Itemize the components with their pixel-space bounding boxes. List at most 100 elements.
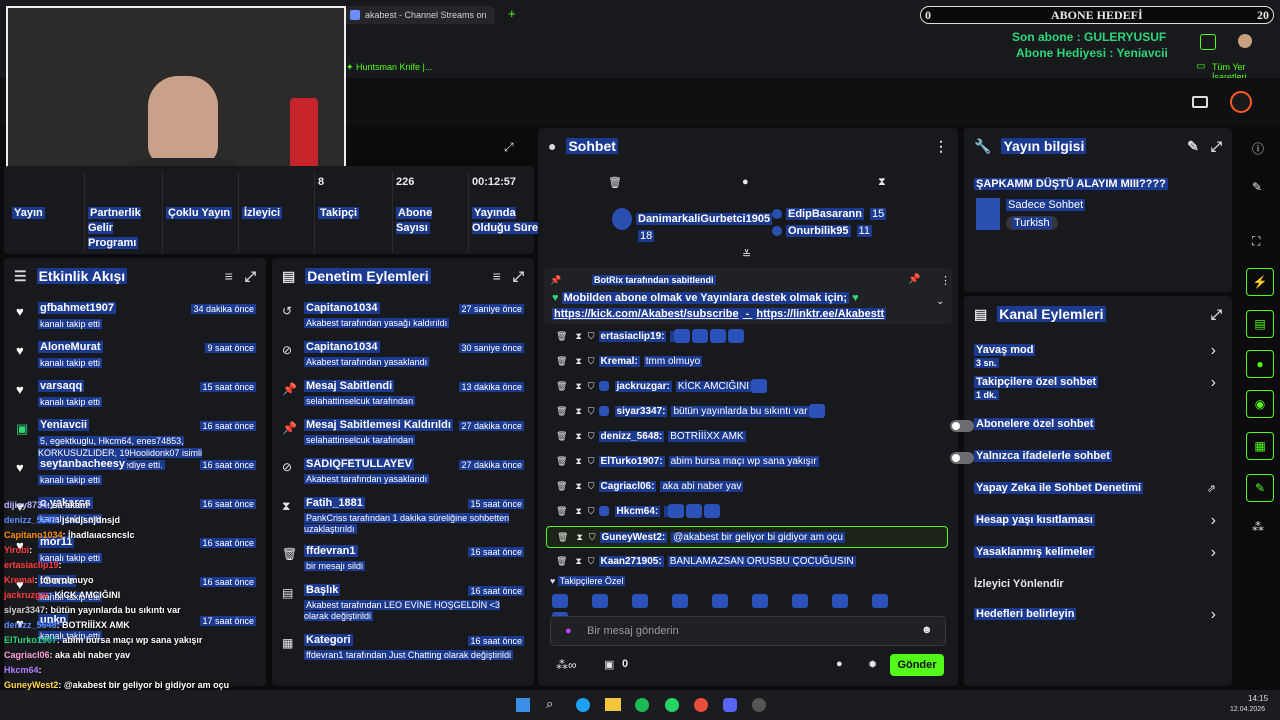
ban-icon[interactable]: ⛉ xyxy=(588,481,595,491)
chat-message[interactable]: 🗑 ⧗ ⛉ Kremal: tmm olmuyo xyxy=(546,351,948,371)
moderation-item[interactable]: ⊘ Capitano1034 Akabest tarafından yasaklan… xyxy=(272,341,534,381)
channel-action-item[interactable]: Hedefleri belirleyin › xyxy=(964,606,1232,634)
search-icon[interactable]: ⌕ xyxy=(546,696,553,712)
layout-icon[interactable]: ▦ xyxy=(1246,432,1274,460)
activity-item[interactable]: ♥ seytanbacheesy kanalı takip etti 16 saat … xyxy=(4,458,266,496)
popout-icon[interactable]: ⤢ xyxy=(504,140,514,155)
new-tab-button[interactable]: + xyxy=(508,6,516,21)
emote-icon[interactable] xyxy=(752,593,768,608)
lightning-icon[interactable]: ⚡ xyxy=(1246,268,1274,296)
channel-action-item[interactable]: Yalnızca ifadelerle sohbet xyxy=(950,448,1232,476)
channel-action-item[interactable]: Takipçilere özel sohbet 1 dk. › xyxy=(964,374,1232,402)
activity-item[interactable]: ♥ gfbahmet1907 kanalı takip etti 34 dakika … xyxy=(4,302,266,340)
moderation-item[interactable]: ▤ Başlık Akabest tarafından LEO EVİNE HOŞG… xyxy=(272,584,534,624)
emote-icon[interactable] xyxy=(712,593,728,608)
channel-action-item[interactable]: Yapay Zeka ile Sohbet Denetimi ⇗ xyxy=(964,480,1232,508)
chat-user[interactable]: denizz_5648: xyxy=(598,431,665,442)
wrench-icon[interactable]: ✎ xyxy=(1246,474,1274,502)
emote-icon[interactable] xyxy=(552,593,568,608)
pinned-link-1[interactable]: https://kick.com/Akabest/subscribe xyxy=(552,308,741,320)
delete-icon[interactable]: 🗑 xyxy=(557,532,568,542)
extension-icon[interactable] xyxy=(1200,34,1216,50)
chat-user[interactable]: ElTurko1907: xyxy=(598,456,665,467)
popout-icon[interactable]: ⤢ xyxy=(1211,138,1222,155)
more-icon[interactable]: ⋮ xyxy=(940,274,951,287)
hourglass-icon[interactable]: ⧗ xyxy=(575,406,581,416)
chat-message[interactable]: 🗑 ⧗ ⛉ ertasiaclip19: xyxy=(546,326,948,346)
profile-avatar[interactable] xyxy=(1238,34,1252,48)
chat-user[interactable]: Kremal: xyxy=(598,356,640,367)
chat-message[interactable]: 🗑 ⧗ ⛉ Kaan271905: BANLAMAZSAN ORUSBU ÇOCUĞUS… xyxy=(546,551,948,571)
chevron-right-icon[interactable]: › xyxy=(1211,342,1216,360)
channel-action-item[interactable]: Abonelere özel sohbet xyxy=(950,416,1232,444)
bookmark-item[interactable]: Huntsman Knife |... xyxy=(356,62,432,72)
delete-icon[interactable]: 🗑 xyxy=(556,456,567,466)
delete-icon[interactable]: 🗑 xyxy=(556,506,567,516)
info-icon[interactable]: ⓘ xyxy=(1252,140,1264,157)
edit-icon[interactable]: ✎ xyxy=(1187,138,1199,155)
moderation-item[interactable]: ⊘ SADIQFETULLAYEV Akabest tarafından yasak… xyxy=(272,458,534,498)
moderation-item[interactable]: ↺ Capitano1034 Akabest tarafından yasağı k… xyxy=(272,302,534,342)
pinned-link-2[interactable]: https://linktr.ee/Akabestt xyxy=(754,308,887,320)
chevron-right-icon[interactable]: › xyxy=(1211,544,1216,562)
activity-item[interactable]: ♥ varsaqq kanalı takip etti 15 saat önce xyxy=(4,380,266,418)
ban-icon[interactable]: ⛉ xyxy=(588,406,595,416)
multistream-icon[interactable] xyxy=(1192,96,1208,108)
ban-icon[interactable]: ⛉ xyxy=(588,381,595,391)
browser-tab[interactable]: akabest - Channel Streams on xyxy=(345,6,495,24)
chat-user[interactable]: ertasiaclip19: xyxy=(598,331,667,342)
hourglass-icon[interactable]: ⧗ xyxy=(575,356,581,366)
chevron-down-icon[interactable]: ⌄ xyxy=(936,296,944,307)
chat-user[interactable]: GuneyWest2: xyxy=(599,532,668,543)
send-button[interactable]: Gönder xyxy=(890,654,944,676)
channel-action-item[interactable]: İzleyici Yönlendir xyxy=(964,576,1232,604)
broadcast-icon[interactable]: ◉ xyxy=(1246,390,1274,418)
more-icon[interactable]: ⋮ xyxy=(934,138,948,155)
hourglass-icon[interactable]: ⧗ xyxy=(878,176,886,189)
chevron-right-icon[interactable]: › xyxy=(1211,606,1216,624)
toggle-switch[interactable] xyxy=(950,452,974,464)
hourglass-icon[interactable]: ⧗ xyxy=(575,331,581,341)
moderation-item[interactable]: 🗑 ffdevran1 bir mesajı sildi 16 saat önce xyxy=(272,545,534,585)
moderation-item[interactable]: ▦ Kategori ffdevran1 tarafından Just Chatt… xyxy=(272,634,534,674)
chrome-icon[interactable] xyxy=(694,698,708,712)
chat-user[interactable]: Hkcm64: xyxy=(614,506,661,517)
chat-message[interactable]: 🗑 ⧗ ⛉ Cagriacl06: aka abi naber yav xyxy=(546,476,948,496)
ban-icon[interactable]: ⛉ xyxy=(588,356,595,366)
delete-icon[interactable]: 🗑 xyxy=(556,356,567,366)
chevron-right-icon[interactable]: › xyxy=(1211,512,1216,530)
ban-icon[interactable]: ⛉ xyxy=(588,506,595,516)
moderation-item[interactable]: 📌 Mesaj Sabitlemesi Kaldırıldı selahattins… xyxy=(272,419,534,459)
hourglass-icon[interactable]: ⧗ xyxy=(575,481,581,491)
chat-bubble-icon[interactable]: ● xyxy=(742,176,749,188)
channel-action-item[interactable]: Yasaklanmış kelimeler › xyxy=(964,544,1232,572)
windows-start-icon[interactable] xyxy=(516,698,530,712)
chat-input[interactable]: ● Bir mesaj gönderin ☻ xyxy=(550,616,946,646)
hourglass-icon[interactable]: ⧗ xyxy=(575,431,581,441)
clock[interactable]: 14:15 xyxy=(1248,694,1268,703)
chat-message[interactable]: 🗑 ⧗ ⛉ siyar3347: bütün yayınlarda bu sıkıntı… xyxy=(546,401,948,421)
emote-icon[interactable] xyxy=(632,593,648,608)
toggle-switch[interactable] xyxy=(950,420,974,432)
moderation-item[interactable]: ⧗ Fatih_1881 PankCriss tarafından 1 dakika… xyxy=(272,497,534,537)
top-chatter[interactable]: DanimarkaliGurbetci1905 18 xyxy=(612,208,773,242)
edge-icon[interactable] xyxy=(576,698,590,712)
delete-icon[interactable]: 🗑 xyxy=(556,406,567,416)
chat-message[interactable]: 🗑 ⧗ ⛉ ElTurko1907: abim bursa maçı wp sana y… xyxy=(546,451,948,471)
activity-item[interactable]: ▣ Yeniavcii 5, egektkuglu, Hkcm64, enes748… xyxy=(4,419,266,470)
delete-icon[interactable]: 🗑 xyxy=(556,556,567,566)
chat-bubble-icon[interactable]: ● xyxy=(836,658,843,670)
edit-icon[interactable]: ✎ xyxy=(1252,180,1262,194)
ban-icon[interactable]: ⛉ xyxy=(588,456,595,466)
chat-user[interactable]: siyar3347: xyxy=(614,406,668,417)
ban-icon[interactable]: ⛉ xyxy=(589,532,596,542)
filter-icon[interactable]: ≡ xyxy=(493,268,501,284)
popout-icon[interactable]: ⤢ xyxy=(513,268,524,285)
top-chatter[interactable]: EdipBasarann 15 xyxy=(772,208,887,220)
emote-icon[interactable] xyxy=(872,593,888,608)
moderation-item[interactable]: 📌 Mesaj Sabitlendi selahattinselcuk tarafı… xyxy=(272,380,534,420)
emote-bar[interactable] xyxy=(552,592,944,626)
collapse-icon[interactable]: ≚ xyxy=(742,248,751,261)
activity-item[interactable]: ♥ AloneMurat kanalı takip etti 9 saat önce xyxy=(4,341,266,379)
delete-icon[interactable]: 🗑 xyxy=(556,481,567,491)
